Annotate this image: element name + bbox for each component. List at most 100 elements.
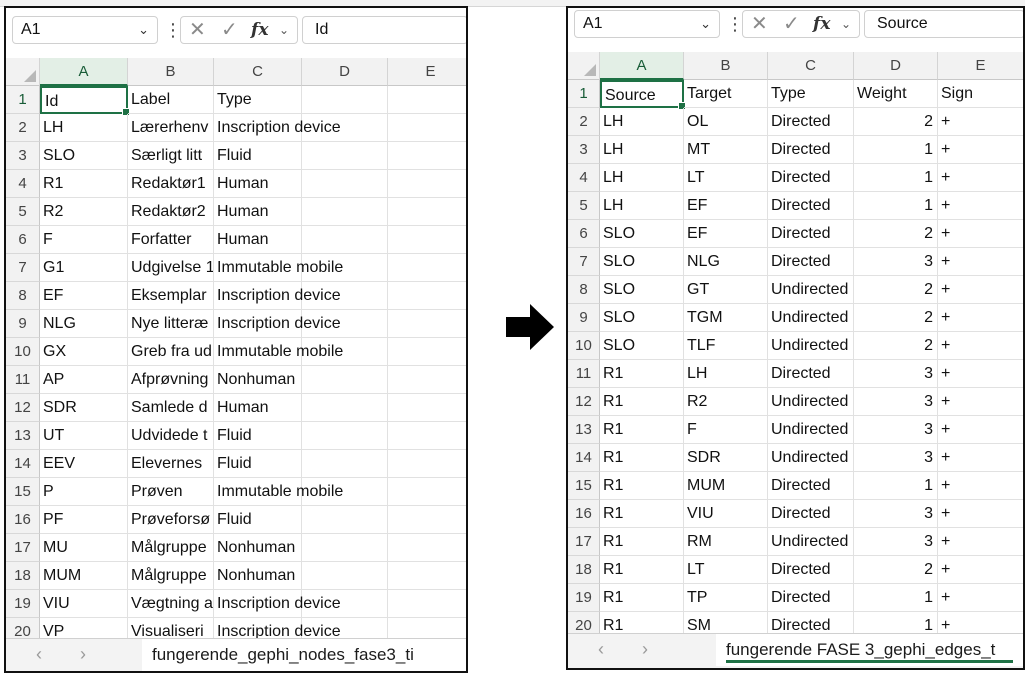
name-box[interactable]: A1 ⌄ [12,16,158,44]
cell-c14[interactable]: Undirected [768,444,854,472]
cell-c8[interactable]: Undirected [768,276,854,304]
cell-e17[interactable] [388,534,466,562]
cell-a4[interactable]: R1 [40,170,128,198]
chevron-down-icon[interactable]: ⌄ [700,11,711,37]
cell-a18[interactable]: MUM [40,562,128,590]
cell-c15[interactable]: Directed [768,472,854,500]
row-header[interactable]: 3 [568,136,600,164]
cell-d4[interactable]: 1 [854,164,938,192]
cell-c1[interactable]: Type [768,80,854,108]
cell-a6[interactable]: SLO [600,220,684,248]
column-header-b[interactable]: B [684,52,768,80]
cell-a13[interactable]: R1 [600,416,684,444]
row-header[interactable]: 18 [6,562,40,590]
formula-input[interactable]: Source [864,10,1023,38]
cell-d5[interactable]: 1 [854,192,938,220]
cell-e6[interactable]: + [938,220,1023,248]
cell-b9[interactable]: TGM [684,304,768,332]
cell-b13[interactable]: Udvidede t [128,422,214,450]
cell-a9[interactable]: SLO [600,304,684,332]
cell-d13[interactable]: 3 [854,416,938,444]
row-header[interactable]: 10 [6,338,40,366]
cell-c6[interactable]: Human [214,226,302,254]
cell-c18[interactable]: Nonhuman [214,562,302,590]
cell-a3[interactable]: LH [600,136,684,164]
row-header[interactable]: 11 [568,360,600,388]
cell-d16[interactable]: 3 [854,500,938,528]
cell-d2[interactable]: 2 [854,108,938,136]
cell-c12[interactable]: Undirected [768,388,854,416]
chevron-right-icon[interactable]: › [642,634,648,664]
cell-e2[interactable] [388,114,466,142]
cell-a10[interactable]: SLO [600,332,684,360]
cell-d15[interactable]: 1 [854,472,938,500]
select-all-corner[interactable] [6,58,40,86]
cell-d1[interactable]: Weight [854,80,938,108]
cell-d12[interactable]: 3 [854,388,938,416]
cell-c8[interactable]: Inscription device [214,282,341,310]
cell-d6[interactable] [302,226,388,254]
cell-d8[interactable] [302,282,388,310]
cell-c10[interactable]: Undirected [768,332,854,360]
cell-b18[interactable]: LT [684,556,768,584]
cell-d3[interactable]: 1 [854,136,938,164]
column-header-d[interactable]: D [854,52,938,80]
cell-a19[interactable]: VIU [40,590,128,618]
cell-d5[interactable] [302,198,388,226]
cell-e6[interactable] [388,226,466,254]
cell-b4[interactable]: Redaktør1 [128,170,214,198]
row-header[interactable]: 8 [568,276,600,304]
row-header[interactable]: 17 [6,534,40,562]
row-header[interactable]: 1 [568,80,600,108]
column-header-a[interactable]: A [40,58,128,86]
row-header[interactable]: 4 [568,164,600,192]
row-header[interactable]: 14 [6,450,40,478]
cell-d10[interactable] [302,338,388,366]
cell-e11[interactable] [388,366,466,394]
cell-b16[interactable]: VIU [684,500,768,528]
cell-c3[interactable]: Fluid [214,142,302,170]
cell-c4[interactable]: Human [214,170,302,198]
cell-c17[interactable]: Undirected [768,528,854,556]
formula-input[interactable]: Id [302,16,466,44]
row-header[interactable]: 2 [6,114,40,142]
cell-b15[interactable]: MUM [684,472,768,500]
cell-d17[interactable] [302,534,388,562]
cell-c1[interactable]: Type [214,86,302,114]
column-header-e[interactable]: E [938,52,1023,80]
cell-b8[interactable]: GT [684,276,768,304]
cell-d19[interactable]: 1 [854,584,938,612]
cell-b6[interactable]: EF [684,220,768,248]
row-header[interactable]: 16 [6,506,40,534]
cell-b4[interactable]: LT [684,164,768,192]
cell-b12[interactable]: Samlede d [128,394,214,422]
chevron-left-icon[interactable]: ‹ [598,634,604,664]
cell-e8[interactable]: + [938,276,1023,304]
cell-c7[interactable]: Directed [768,248,854,276]
cell-a14[interactable]: EEV [40,450,128,478]
cell-a11[interactable]: R1 [600,360,684,388]
cell-e5[interactable]: + [938,192,1023,220]
check-icon[interactable]: ✓ [221,17,238,43]
cell-c13[interactable]: Undirected [768,416,854,444]
cell-c12[interactable]: Human [214,394,302,422]
row-header[interactable]: 9 [6,310,40,338]
row-header[interactable]: 14 [568,444,600,472]
cell-a12[interactable]: SDR [40,394,128,422]
cell-b10[interactable]: Greb fra ud [128,338,214,366]
cell-b5[interactable]: Redaktør2 [128,198,214,226]
cell-d19[interactable] [302,590,388,618]
cell-c11[interactable]: Nonhuman [214,366,302,394]
cell-c6[interactable]: Directed [768,220,854,248]
cell-a9[interactable]: NLG [40,310,128,338]
cell-b17[interactable]: RM [684,528,768,556]
cell-a11[interactable]: AP [40,366,128,394]
cell-c9[interactable]: Inscription device [214,310,341,338]
column-header-e[interactable]: E [388,58,466,86]
cell-b15[interactable]: Prøven [128,478,214,506]
cell-a8[interactable]: SLO [600,276,684,304]
cell-e13[interactable] [388,422,466,450]
cell-b7[interactable]: Udgivelse 1 [128,254,214,282]
cell-e10[interactable] [388,338,466,366]
cell-e4[interactable] [388,170,466,198]
